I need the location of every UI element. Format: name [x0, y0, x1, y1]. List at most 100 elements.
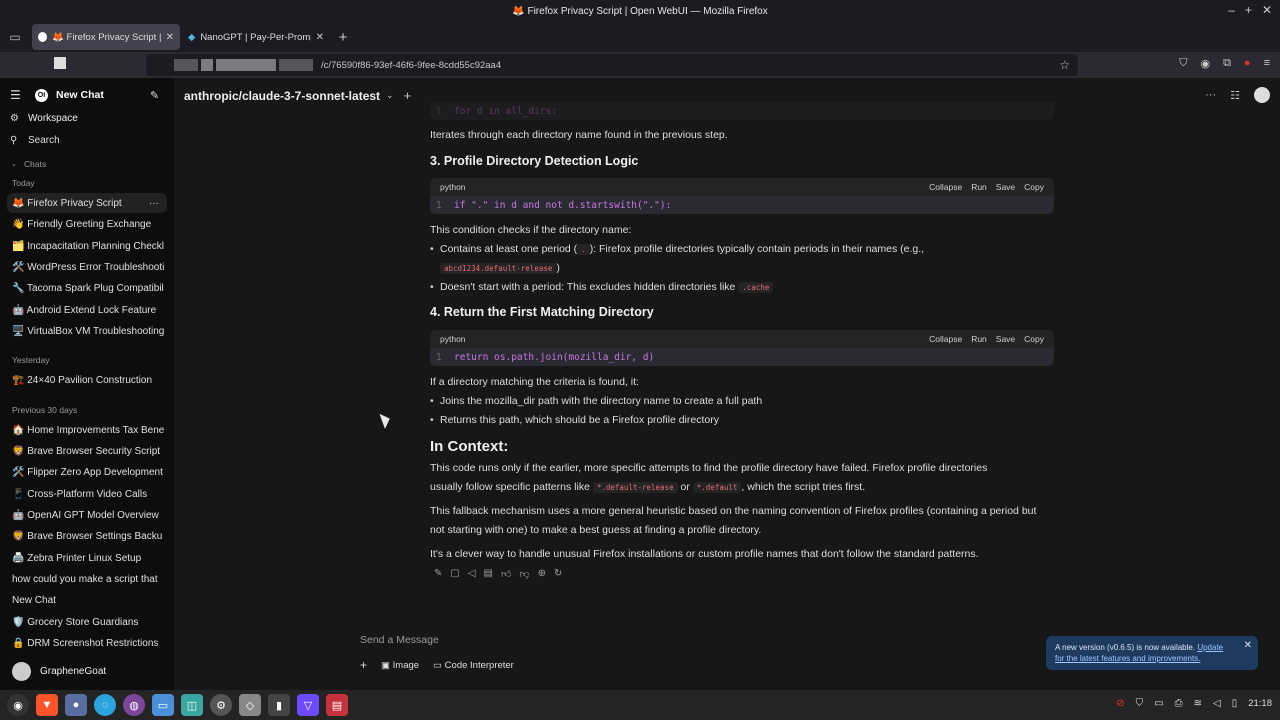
- add-model-icon[interactable]: +: [404, 88, 412, 103]
- chat-item[interactable]: 🔒 DRM Screenshot Restrictions: [7, 633, 167, 653]
- chat-item[interactable]: 🦁 Brave Browser Security Script: [7, 441, 167, 461]
- chats-toggle[interactable]: ⌄ Chats: [0, 158, 174, 170]
- files-icon[interactable]: ▭: [152, 694, 174, 716]
- workspace-item[interactable]: ⚙ Workspace: [0, 110, 174, 126]
- ublock-icon[interactable]: ●: [1244, 57, 1251, 70]
- collapse-button[interactable]: Collapse: [929, 182, 962, 192]
- code-line: 1 if "." in d and not d.startswith("."):: [430, 196, 1054, 214]
- battery-icon[interactable]: ▯: [1232, 698, 1238, 709]
- chat-item[interactable]: 🏠 Home Improvements Tax Bene: [7, 420, 167, 440]
- chat-item[interactable]: 🛠️ Flipper Zero App Development: [7, 462, 167, 482]
- minimize-button[interactable]: –: [1228, 3, 1235, 17]
- shield-icon[interactable]: ⛉: [1136, 698, 1144, 709]
- browser-icon[interactable]: ◌: [94, 694, 116, 716]
- brave-icon[interactable]: ▼: [36, 694, 58, 716]
- chat-item-label: 🦁 Brave Browser Settings Backu: [12, 530, 163, 542]
- paragraph-text: usually follow specific patterns like: [430, 481, 590, 493]
- more-icon[interactable]: ···: [1205, 89, 1216, 101]
- settings-icon[interactable]: ⚙: [210, 694, 232, 716]
- save-button[interactable]: Save: [996, 182, 1015, 192]
- notification-icon[interactable]: ⊘: [1116, 698, 1124, 709]
- chat-item[interactable]: 🔧 Tacoma Spark Plug Compatibil: [7, 278, 167, 298]
- code-block-partial: 1 for d in all_dirs:: [430, 102, 1054, 120]
- update-link[interactable]: Update: [1197, 643, 1223, 652]
- account-icon[interactable]: ◉: [1200, 57, 1210, 70]
- run-button[interactable]: Run: [971, 182, 987, 192]
- back-button[interactable]: [54, 57, 66, 69]
- chat-item[interactable]: 🗂️ Incapacitation Planning Checkl: [7, 236, 167, 256]
- vscode-icon[interactable]: ◇: [239, 694, 261, 716]
- tab-firefox-privacy[interactable]: 🦊 Firefox Privacy Script | O ✕: [32, 24, 180, 50]
- info-icon[interactable]: ▤: [484, 568, 493, 580]
- attach-icon[interactable]: +: [360, 658, 367, 672]
- new-tab-icon[interactable]: +: [330, 29, 356, 46]
- url-bar[interactable]: /c/76590f86-93ef-46f6-9fee-8cdd55c92aa4 …: [146, 54, 1078, 76]
- controls-icon[interactable]: ☷: [1230, 89, 1240, 102]
- user-profile[interactable]: GrapheneGoat: [0, 661, 174, 681]
- chat-item[interactable]: 🛠️ WordPress Error Troubleshooti: [7, 257, 167, 277]
- search-item[interactable]: ⚲ Search: [0, 132, 174, 148]
- tor-icon[interactable]: ◍: [123, 694, 145, 716]
- app-icon[interactable]: ▤: [326, 694, 348, 716]
- monitor-icon[interactable]: ◫: [181, 694, 203, 716]
- model-selector[interactable]: anthropic/claude-3-7-sonnet-latest: [184, 89, 380, 103]
- read-aloud-icon[interactable]: ◁: [468, 568, 476, 580]
- chat-item[interactable]: 🦊 Firefox Privacy Script ···: [7, 193, 167, 213]
- copy-button[interactable]: Copy: [1024, 182, 1044, 192]
- chat-item[interactable]: how could you make a script that: [7, 569, 167, 589]
- chat-item[interactable]: 🖥️ VirtualBox VM Troubleshooting: [7, 321, 167, 341]
- printer-icon[interactable]: ⎙: [1175, 698, 1183, 709]
- close-window-button[interactable]: ✕: [1262, 3, 1272, 17]
- avatar[interactable]: [1254, 87, 1270, 103]
- run-button[interactable]: Run: [971, 334, 987, 344]
- menu-icon[interactable]: ◉: [7, 694, 29, 716]
- tab-nanogpt[interactable]: ◆ NanoGPT | Pay-Per-Prompt ✕: [182, 24, 330, 50]
- maximize-button[interactable]: +: [1245, 3, 1252, 17]
- chat-item[interactable]: 👋 Friendly Greeting Exchange: [7, 214, 167, 234]
- image-button[interactable]: ▣ Image: [381, 660, 419, 671]
- save-button[interactable]: Save: [996, 334, 1015, 344]
- close-tab-icon[interactable]: ✕: [316, 32, 324, 43]
- firefox-icon[interactable]: ●: [65, 694, 87, 716]
- clock[interactable]: 21:18: [1248, 698, 1272, 709]
- new-chat-label: New Chat: [56, 89, 104, 101]
- update-link-continued[interactable]: for the latest features and improvements…: [1055, 654, 1200, 663]
- chat-item[interactable]: 🤖 Android Extend Lock Feature: [7, 300, 167, 320]
- folder-icon[interactable]: ▭: [1154, 698, 1163, 709]
- chat-item[interactable]: 🖨️ Zebra Printer Linux Setup: [7, 548, 167, 568]
- extensions-icon[interactable]: ⧉: [1223, 57, 1231, 70]
- close-toast-icon[interactable]: ✕: [1244, 640, 1252, 651]
- compose-icon[interactable]: ✎: [150, 89, 159, 102]
- thumbs-up-icon[interactable]: 👍︎: [501, 568, 511, 580]
- chat-item[interactable]: 📱 Cross-Platform Video Calls: [7, 484, 167, 504]
- chat-item[interactable]: New Chat: [7, 590, 167, 610]
- chat-item[interactable]: 🤖 OpenAI GPT Model Overview: [7, 505, 167, 525]
- collapse-button[interactable]: Collapse: [929, 334, 962, 344]
- chat-item[interactable]: 🛡️ Grocery Store Guardians: [7, 612, 167, 632]
- proton-icon[interactable]: ▽: [297, 694, 319, 716]
- volume-icon[interactable]: ◁: [1213, 698, 1221, 709]
- chevron-down-icon[interactable]: ⌄: [386, 90, 394, 101]
- chevron-down-icon: ⌄: [11, 161, 17, 168]
- tab-list-icon[interactable]: ▭: [0, 30, 30, 44]
- regenerate-icon[interactable]: ↻: [554, 568, 562, 580]
- terminal-icon[interactable]: ▮: [268, 694, 290, 716]
- more-options-icon[interactable]: ···: [149, 198, 159, 209]
- message-input[interactable]: Send a Message: [360, 634, 1100, 652]
- wifi-icon[interactable]: ≋: [1194, 698, 1202, 709]
- copy-button[interactable]: Copy: [1024, 334, 1044, 344]
- pocket-icon[interactable]: ⛉: [1179, 57, 1187, 70]
- thumbs-down-icon[interactable]: 👎︎: [519, 568, 529, 580]
- copy-icon[interactable]: ▢: [450, 568, 459, 580]
- continue-icon[interactable]: ⊕: [538, 568, 546, 580]
- new-chat-row[interactable]: ☰ OI New Chat ✎: [0, 86, 174, 104]
- chat-item[interactable]: 🦁 Brave Browser Settings Backu: [7, 526, 167, 546]
- code-text: return os.path.join(mozilla_dir, d): [454, 351, 655, 363]
- chat-item[interactable]: 🏗️ 24×40 Pavilion Construction: [7, 370, 167, 390]
- edit-icon[interactable]: ✎: [434, 568, 442, 580]
- hamburger-icon[interactable]: ☰: [10, 88, 21, 102]
- close-tab-icon[interactable]: ✕: [166, 32, 174, 43]
- code-interpreter-button[interactable]: ▭ Code Interpreter: [433, 660, 514, 671]
- menu-icon[interactable]: ≡: [1264, 57, 1270, 70]
- bookmark-star-icon[interactable]: ☆: [1059, 58, 1070, 72]
